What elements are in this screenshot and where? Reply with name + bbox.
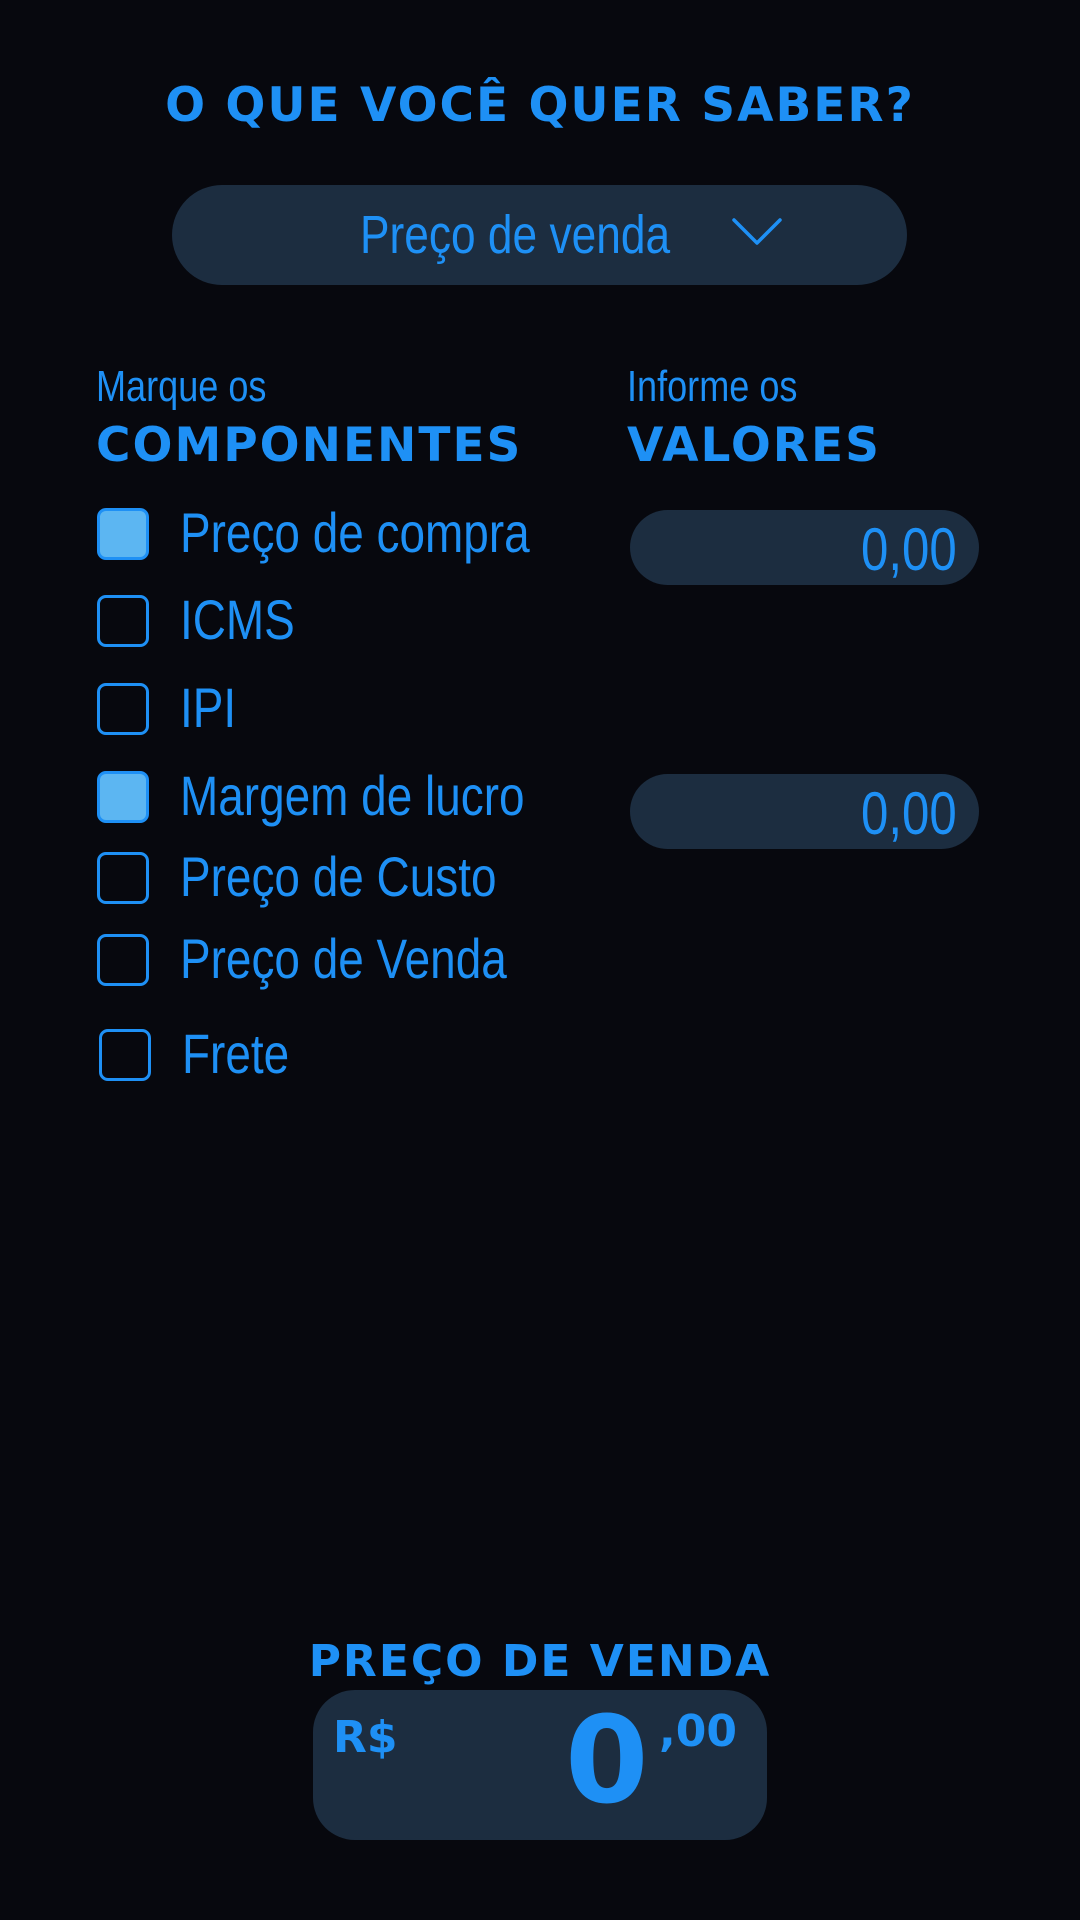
result-title: PREÇO DE VENDA bbox=[308, 1636, 772, 1687]
result-integer: 0 bbox=[565, 1692, 649, 1831]
checkbox-ipi[interactable] bbox=[97, 683, 149, 735]
checkbox-icms[interactable] bbox=[97, 595, 149, 647]
component-label: ICMS bbox=[180, 588, 295, 651]
chevron-down-icon bbox=[732, 218, 782, 245]
checkbox-preco-de-venda[interactable] bbox=[97, 934, 149, 986]
values-title: VALORES bbox=[627, 418, 881, 473]
value-input-margem-de-lucro[interactable]: 0,00 bbox=[630, 774, 979, 849]
result-display: R$ 0 ,00 bbox=[313, 1690, 767, 1840]
component-label: Frete bbox=[182, 1022, 290, 1085]
checkbox-frete[interactable] bbox=[99, 1029, 151, 1081]
component-label: Margem de lucro bbox=[180, 764, 525, 827]
checkbox-margem-de-lucro[interactable] bbox=[97, 771, 149, 823]
component-label: Preço de Venda bbox=[180, 927, 507, 990]
result-decimal: ,00 bbox=[659, 1706, 737, 1757]
values-subtitle: Informe os bbox=[627, 362, 798, 411]
page-title: O QUE VOCÊ QUER SABER? bbox=[165, 78, 915, 133]
calculation-select[interactable]: Preço de venda bbox=[172, 185, 907, 285]
checkbox-preco-de-compra[interactable] bbox=[97, 508, 149, 560]
components-subtitle: Marque os bbox=[96, 362, 267, 411]
checkbox-preco-de-custo[interactable] bbox=[97, 852, 149, 904]
value-input-preco-de-compra[interactable]: 0,00 bbox=[630, 510, 979, 585]
select-value: Preço de venda bbox=[359, 205, 671, 265]
component-label: Preço de compra bbox=[180, 501, 530, 564]
value-input-text: 0,00 bbox=[861, 516, 957, 583]
component-label: Preço de Custo bbox=[180, 845, 497, 908]
currency-symbol: R$ bbox=[333, 1712, 398, 1763]
value-input-text: 0,00 bbox=[861, 780, 957, 847]
components-title: COMPONENTES bbox=[96, 418, 523, 473]
component-label: IPI bbox=[180, 676, 237, 739]
